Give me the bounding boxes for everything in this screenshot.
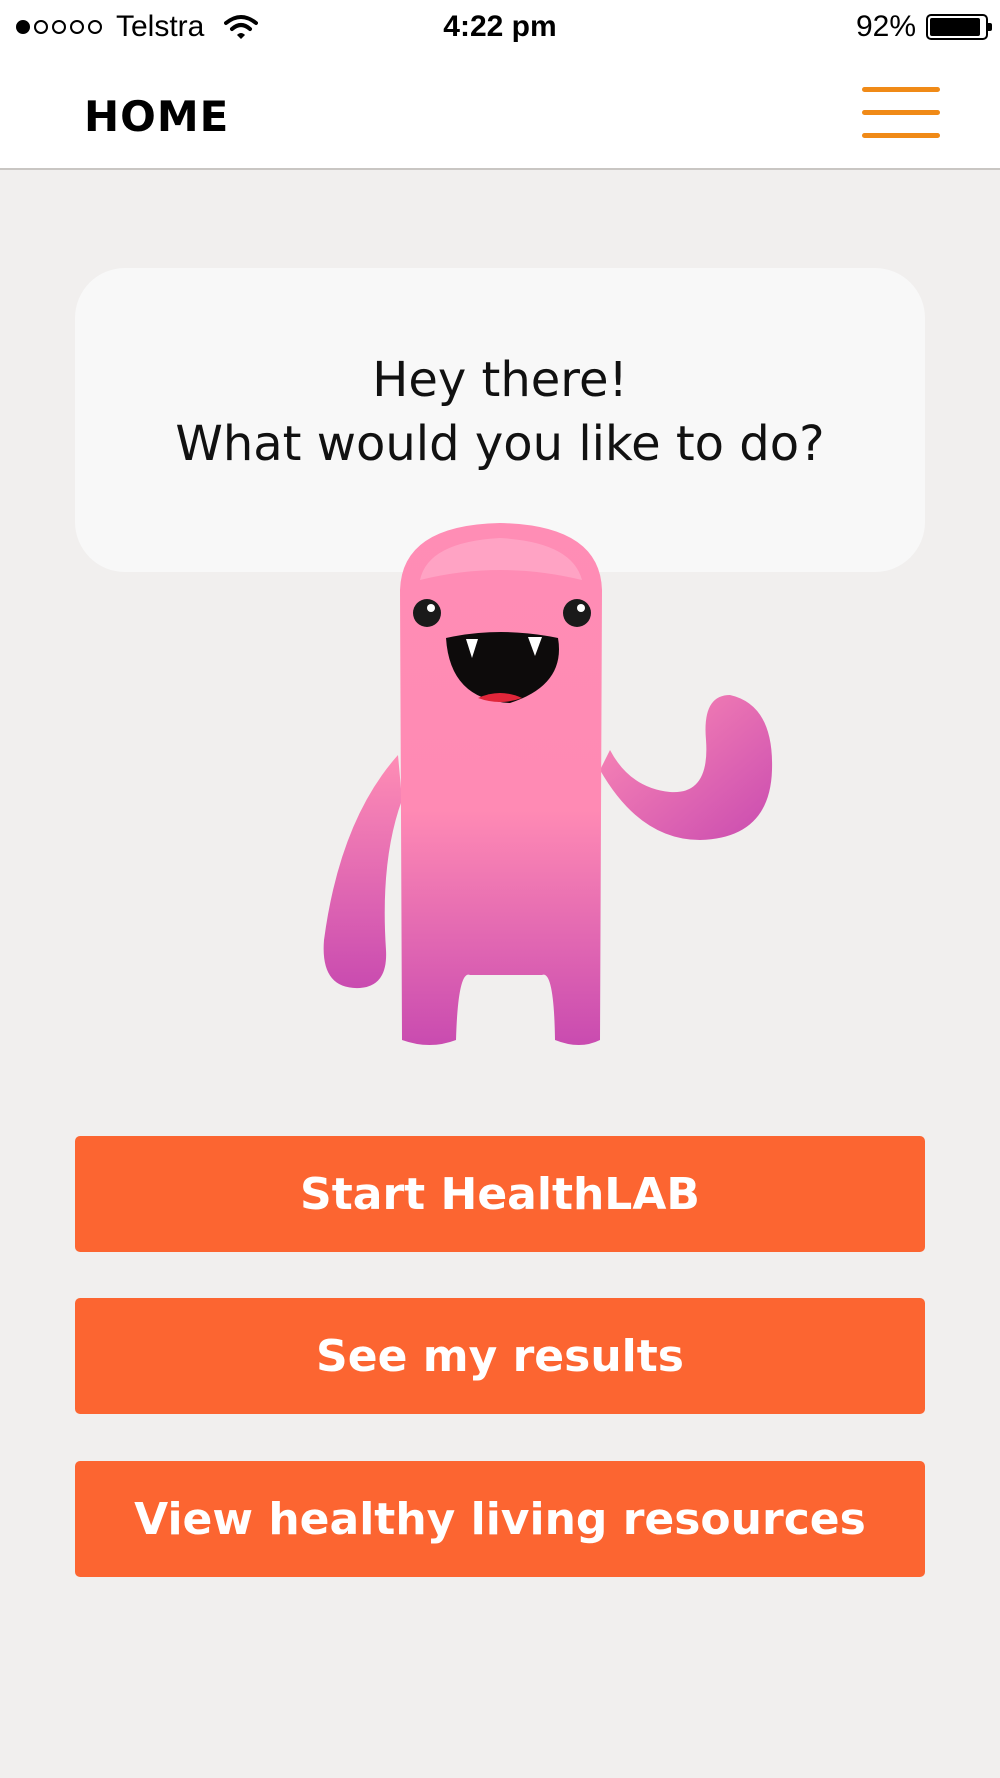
see-results-button[interactable]: See my results: [75, 1298, 925, 1414]
greeting-line-2: What would you like to do?: [175, 416, 825, 472]
mascot-right-eye: [563, 599, 591, 627]
mascot-left-eye: [413, 599, 441, 627]
mascot-right-eye-shine: [577, 604, 585, 612]
mascot-right-arm: [600, 695, 773, 840]
battery-percent: 92%: [855, 10, 916, 43]
battery-fill: [930, 18, 980, 36]
status-bar: Telstra 4:22 pm 92%: [0, 0, 1000, 56]
mascot-left-eye-shine: [427, 604, 435, 612]
mascot-left-arm: [323, 755, 402, 989]
greeting-line-1: Hey there!: [372, 352, 628, 408]
hamburger-menu-icon[interactable]: [858, 78, 944, 144]
view-resources-button[interactable]: View healthy living resources: [75, 1461, 925, 1577]
menu-bar-middle: [862, 110, 940, 115]
menu-bar-bottom: [862, 133, 940, 138]
menu-bar-top: [862, 87, 940, 92]
battery-icon: [926, 14, 992, 40]
status-right: 92%: [855, 10, 992, 44]
start-healthlab-button[interactable]: Start HealthLAB: [75, 1136, 925, 1252]
nav-bar: HOME: [0, 56, 1000, 170]
pink-monster-mascot: [323, 523, 773, 1045]
page-title: HOME: [84, 92, 230, 141]
status-time: 4:22 pm: [443, 10, 557, 43]
